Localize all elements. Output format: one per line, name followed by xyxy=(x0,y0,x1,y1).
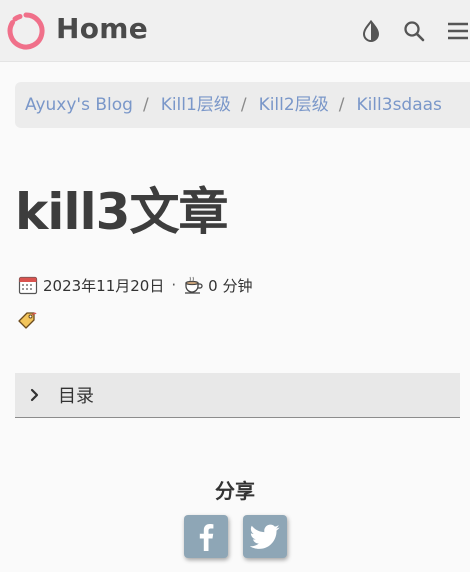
article-meta: 2023年11月20日 · 0 分钟 xyxy=(18,274,252,296)
reading-time: 0 分钟 xyxy=(208,276,253,295)
publish-date: 2023年11月20日 xyxy=(43,276,165,295)
logo-icon[interactable] xyxy=(6,11,46,51)
meta-separator: · xyxy=(171,276,177,294)
theme-toggle-icon[interactable] xyxy=(359,19,383,43)
share-facebook-button[interactable] xyxy=(184,515,228,558)
share-title: 分享 xyxy=(215,479,255,503)
breadcrumb-kill2-link[interactable]: Kill2层级 xyxy=(259,95,329,115)
coffee-icon xyxy=(185,276,203,294)
table-of-contents-toggle[interactable]: 目录 xyxy=(15,373,460,418)
breadcrumb-kill1-link[interactable]: Kill1层级 xyxy=(161,95,231,115)
toc-label: 目录 xyxy=(58,386,94,407)
facebook-icon xyxy=(199,523,214,551)
breadcrumb-separator: / xyxy=(142,95,149,115)
top-header: Home xyxy=(0,0,470,62)
calendar-icon xyxy=(18,276,38,295)
breadcrumb-home-link[interactable]: Ayuxy's Blog xyxy=(25,95,133,115)
breadcrumb-kill3-link[interactable]: Kill3sdaas xyxy=(356,95,441,115)
share-twitter-button[interactable] xyxy=(243,515,287,558)
tag-icon[interactable] xyxy=(17,311,37,331)
site-title[interactable]: Home xyxy=(56,12,148,45)
breadcrumb-separator: / xyxy=(240,95,247,115)
breadcrumb: Ayuxy's Blog / Kill1层级 / Kill2层级 / Kill3sdaas xyxy=(15,82,470,128)
menu-icon[interactable] xyxy=(446,19,470,43)
twitter-icon xyxy=(250,524,280,549)
breadcrumb-separator: / xyxy=(338,95,345,115)
chevron-right-icon xyxy=(30,388,39,402)
page-title: kill3文章 xyxy=(15,183,228,241)
search-icon[interactable] xyxy=(402,19,426,43)
